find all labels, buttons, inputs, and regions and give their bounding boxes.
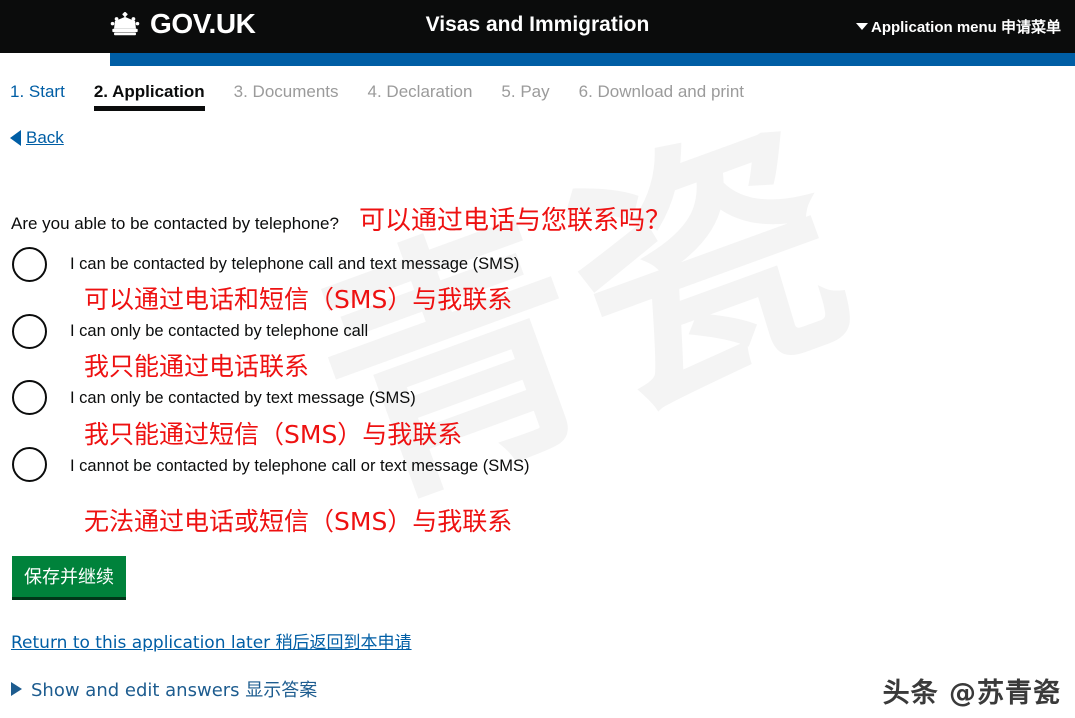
tab-download-and-print[interactable]: 6. Download and print [579,82,744,111]
triangle-right-icon [11,682,22,696]
show-and-edit-answers-toggle[interactable]: Show and edit answers 显示答案 [11,676,317,702]
save-and-continue-button[interactable]: 保存并继续 [12,556,126,600]
header-blue-strip [110,53,1075,66]
radio-label-chinese-1: 可以通过电话和短信（SMS）与我联系 [84,285,513,314]
radio-label-chinese-4: 无法通过电话或短信（SMS）与我联系 [84,507,513,536]
radio-label-english-1: I can be contacted by telephone call and… [70,255,520,273]
radio-label-english-2: I can only be contacted by telephone cal… [70,322,369,340]
radio-label-english-3: I can only be contacted by text message … [70,389,416,407]
govuk-brand[interactable]: GOV.UK [108,8,256,40]
tab-declaration[interactable]: 4. Declaration [368,82,473,111]
question-row: Are you able to be contacted by telephon… [11,200,671,237]
application-menu-label: Application menu 申请菜单 [870,19,1061,36]
corner-watermark: 头条 @苏青瓷 [882,678,1061,709]
tab-start[interactable]: 1. Start [10,82,65,111]
radio-input-2[interactable] [12,314,47,349]
radio-input-4[interactable] [12,447,47,482]
gov-header: GOV.UK Visas and Immigration Application… [0,0,1075,53]
return-to-application-later-link[interactable]: Return to this application later 稍后返回到本申… [11,628,412,653]
back-link-label: Back [26,128,64,147]
crown-icon [110,11,140,35]
govuk-brand-label: GOV.UK [150,8,256,39]
radio-label-chinese-2: 我只能通过电话联系 [84,352,310,381]
tab-pay[interactable]: 5. Pay [501,82,549,111]
back-link[interactable]: Back [10,128,64,148]
question-text-english: Are you able to be contacted by telephon… [11,214,339,233]
question-text-chinese: 可以通过电话与您联系吗？ [358,206,671,236]
radio-label-chinese-3: 我只能通过短信（SMS）与我联系 [84,420,463,449]
tab-application[interactable]: 2. Application [93,82,205,111]
radio-input-1[interactable] [12,247,47,282]
show-and-edit-answers-label: Show and edit answers 显示答案 [31,680,318,701]
radio-input-3[interactable] [12,380,47,415]
triangle-left-icon [10,130,21,146]
tab-documents[interactable]: 3. Documents [234,82,339,111]
radio-label-english-4: I cannot be contacted by telephone call … [70,457,530,475]
application-menu-button[interactable]: Application menu 申请菜单 [855,16,1061,37]
progress-tabs: 1. Start 2. Application 3. Documents 4. … [10,82,773,111]
chevron-down-icon [855,23,868,30]
